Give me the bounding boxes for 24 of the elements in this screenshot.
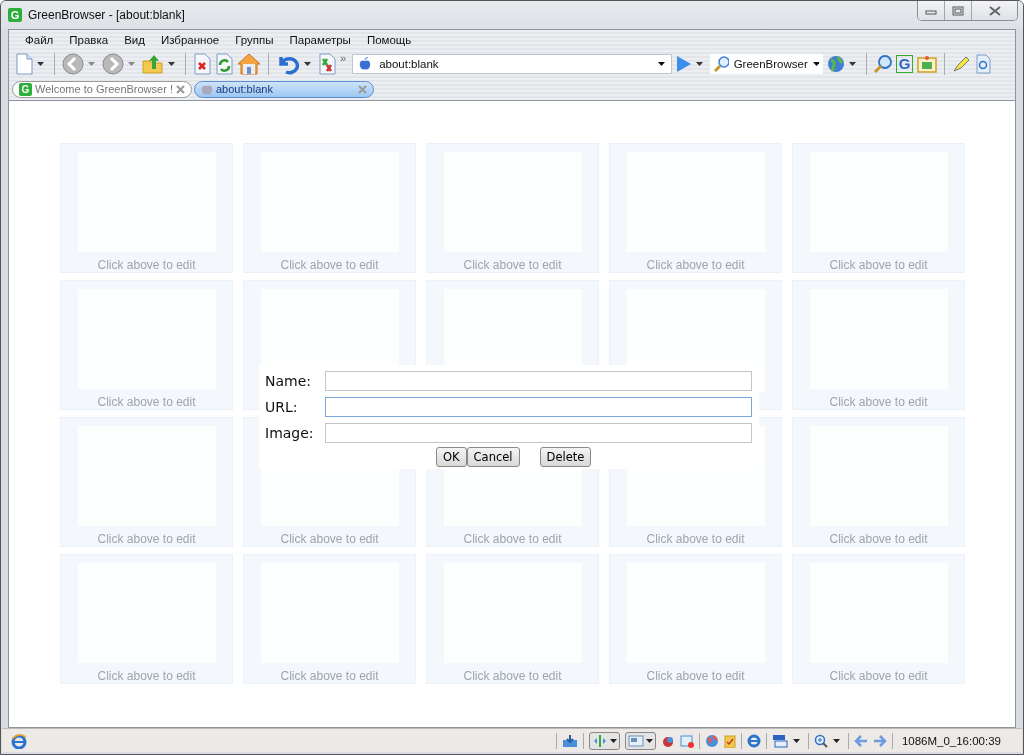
field-label: Name: [265, 373, 313, 389]
tab-logo: G [19, 82, 32, 96]
tile-caption: Click above to edit [646, 258, 745, 272]
tile-caption: Click above to edit [829, 669, 928, 683]
tile-caption: Click above to edit [646, 669, 745, 683]
tile-caption: Click above to edit [829, 258, 928, 272]
status-info: 1086M_0_16:00:39 [901, 734, 1001, 747]
tile-caption: Click above to edit [280, 669, 379, 683]
tile-caption: Click above to edit [463, 669, 562, 683]
tile-caption: Click above to edit [97, 395, 196, 409]
tile-caption: Click above to edit [829, 395, 928, 409]
tile-caption: Click above to edit [463, 258, 562, 272]
tile-caption: Click above to edit [463, 532, 562, 546]
tile-caption: Click above to edit [829, 532, 928, 546]
app-logo: G [8, 8, 22, 22]
tile-caption: Click above to edit [97, 669, 196, 683]
tile-caption: Click above to edit [646, 532, 745, 546]
tile-caption: Click above to edit [280, 258, 379, 272]
tile-caption: Click above to edit [97, 258, 196, 272]
tile-caption: Click above to edit [280, 532, 379, 546]
window-title: GreenBrowser - [about:blank] [28, 8, 185, 22]
field-label: Image: [265, 425, 315, 441]
tile-caption: Click above to edit [97, 532, 196, 546]
field-label: URL: [265, 399, 299, 415]
